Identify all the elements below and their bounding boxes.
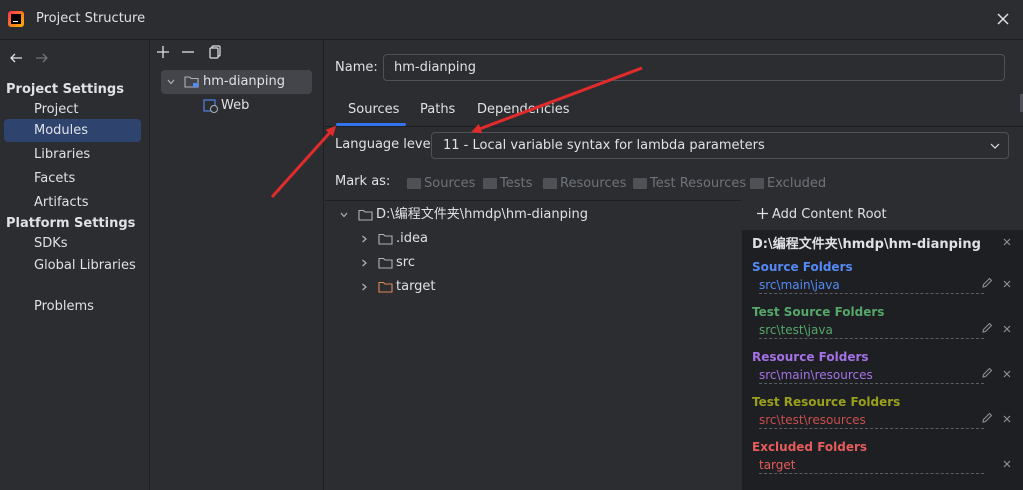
module-row-hm-dianping[interactable]: hm-dianping: [161, 70, 312, 94]
folder-icon: [543, 178, 557, 189]
platform-settings-heading: Platform Settings: [6, 216, 136, 231]
module-name-input[interactable]: hm-dianping: [383, 54, 1005, 81]
settings-nav: Project Settings Project Modules Librari…: [0, 40, 150, 490]
mark-as-excluded-button[interactable]: Excluded: [750, 175, 826, 193]
close-icon[interactable]: [993, 9, 1013, 29]
tree-label: target: [396, 279, 436, 294]
chevron-right-icon[interactable]: [359, 282, 369, 292]
mark-as-sources-button[interactable]: Sources: [407, 175, 475, 193]
close-icon[interactable]: [1002, 279, 1012, 289]
nav-item-problems[interactable]: Problems: [4, 295, 141, 318]
mark-as-resources-button[interactable]: Resources: [543, 175, 626, 193]
source-folders-title: Source Folders: [752, 260, 853, 274]
copy-icon[interactable]: [207, 44, 223, 60]
close-icon[interactable]: [1002, 414, 1012, 424]
language-level-dropdown[interactable]: 11 - Local variable syntax for lambda pa…: [431, 132, 1009, 159]
name-label: Name:: [335, 60, 378, 75]
module-folder-icon: [184, 76, 199, 88]
tab-dependencies[interactable]: Dependencies: [477, 102, 570, 126]
add-icon: [757, 208, 768, 219]
tree-row-src[interactable]: src: [359, 252, 559, 274]
tree-label: .idea: [396, 231, 428, 246]
add-content-root-button[interactable]: Add Content Root: [756, 207, 887, 222]
close-icon[interactable]: [1002, 237, 1012, 247]
close-icon[interactable]: [1002, 369, 1012, 379]
resource-folders-title: Resource Folders: [752, 350, 869, 364]
nav-arrows: [8, 50, 58, 66]
test-resource-folders-title: Test Resource Folders: [752, 395, 901, 409]
folder-icon: [750, 178, 764, 189]
close-icon[interactable]: [1002, 324, 1012, 334]
directory-tree: D:\编程文件夹\hmdp\hm-dianping .idea src targ…: [325, 200, 741, 490]
chevron-right-icon[interactable]: [359, 258, 369, 268]
nav-item-facets[interactable]: Facets: [4, 167, 141, 190]
title-bar: Project Structure: [0, 0, 1023, 40]
tab-paths[interactable]: Paths: [420, 102, 455, 126]
tree-root-label: D:\编程文件夹\hmdp\hm-dianping: [376, 207, 588, 222]
folder-icon: [358, 209, 373, 221]
tree-row-root[interactable]: D:\编程文件夹\hmdp\hm-dianping: [339, 204, 729, 226]
nav-item-project[interactable]: Project: [4, 98, 141, 121]
tree-row-target[interactable]: target: [359, 276, 559, 298]
chevron-down-icon[interactable]: [339, 210, 349, 220]
project-settings-heading: Project Settings: [6, 82, 124, 97]
back-arrow-icon[interactable]: [8, 50, 24, 66]
edit-icon[interactable]: [980, 276, 994, 290]
tabs-divider: [325, 126, 1023, 127]
edit-icon[interactable]: [980, 411, 994, 425]
nav-item-artifacts[interactable]: Artifacts: [4, 191, 141, 214]
nav-item-modules[interactable]: Modules: [4, 119, 141, 142]
folder-icon: [633, 178, 647, 189]
content-roots-header: Add Content Root: [742, 200, 1023, 230]
folder-icon: [483, 178, 497, 189]
mark-as-test-resources-button[interactable]: Test Resources: [633, 175, 746, 193]
folder-icon: [378, 233, 393, 245]
add-icon[interactable]: [155, 44, 171, 60]
mark-as-label: Mark as:: [335, 174, 391, 189]
nav-item-libraries[interactable]: Libraries: [4, 143, 141, 166]
language-level-value: 11 - Local variable syntax for lambda pa…: [443, 138, 765, 153]
test-resource-folder-path[interactable]: src\test\resources: [759, 413, 984, 429]
intellij-logo-icon: [8, 11, 24, 27]
folder-icon: [378, 257, 393, 269]
nav-item-global-libraries[interactable]: Global Libraries: [4, 254, 141, 277]
folder-icon: [407, 178, 421, 189]
nav-item-sdks[interactable]: SDKs: [4, 232, 141, 255]
module-settings-panel: Name: hm-dianping Sources Paths Dependen…: [325, 40, 1023, 490]
edit-icon[interactable]: [980, 366, 994, 380]
web-facet-icon: [203, 99, 218, 113]
remove-icon[interactable]: [180, 44, 196, 60]
forward-arrow-icon[interactable]: [34, 50, 50, 66]
chevron-down-icon: [990, 143, 1000, 149]
excluded-folders-title: Excluded Folders: [752, 440, 868, 454]
language-level-label: Language level:: [335, 137, 439, 152]
edit-icon[interactable]: [980, 321, 994, 335]
test-source-folder-path[interactable]: src\test\java: [759, 323, 984, 339]
excluded-folder-icon: [378, 281, 393, 293]
window-title: Project Structure: [36, 11, 146, 26]
chevron-right-icon[interactable]: [359, 234, 369, 244]
chevron-down-icon[interactable]: [167, 79, 175, 85]
tree-row-idea[interactable]: .idea: [359, 228, 559, 250]
source-folder-path[interactable]: src\main\java: [759, 278, 984, 294]
module-name: hm-dianping: [203, 74, 286, 89]
content-root-path: D:\编程文件夹\hmdp\hm-dianping: [752, 237, 981, 252]
tree-label: src: [396, 255, 415, 270]
test-source-folders-title: Test Source Folders: [752, 305, 885, 319]
excluded-folder-path[interactable]: target: [759, 458, 984, 474]
close-icon[interactable]: [1002, 459, 1012, 469]
module-list-panel: hm-dianping Web: [151, 40, 324, 490]
facet-row-web[interactable]: Web: [203, 94, 313, 118]
mark-as-tests-button[interactable]: Tests: [483, 175, 532, 193]
resource-folder-path[interactable]: src\main\resources: [759, 368, 984, 384]
content-roots-panel: Add Content Root D:\编程文件夹\hmdp\hm-dianpi…: [742, 200, 1023, 490]
facet-name: Web: [221, 98, 250, 113]
